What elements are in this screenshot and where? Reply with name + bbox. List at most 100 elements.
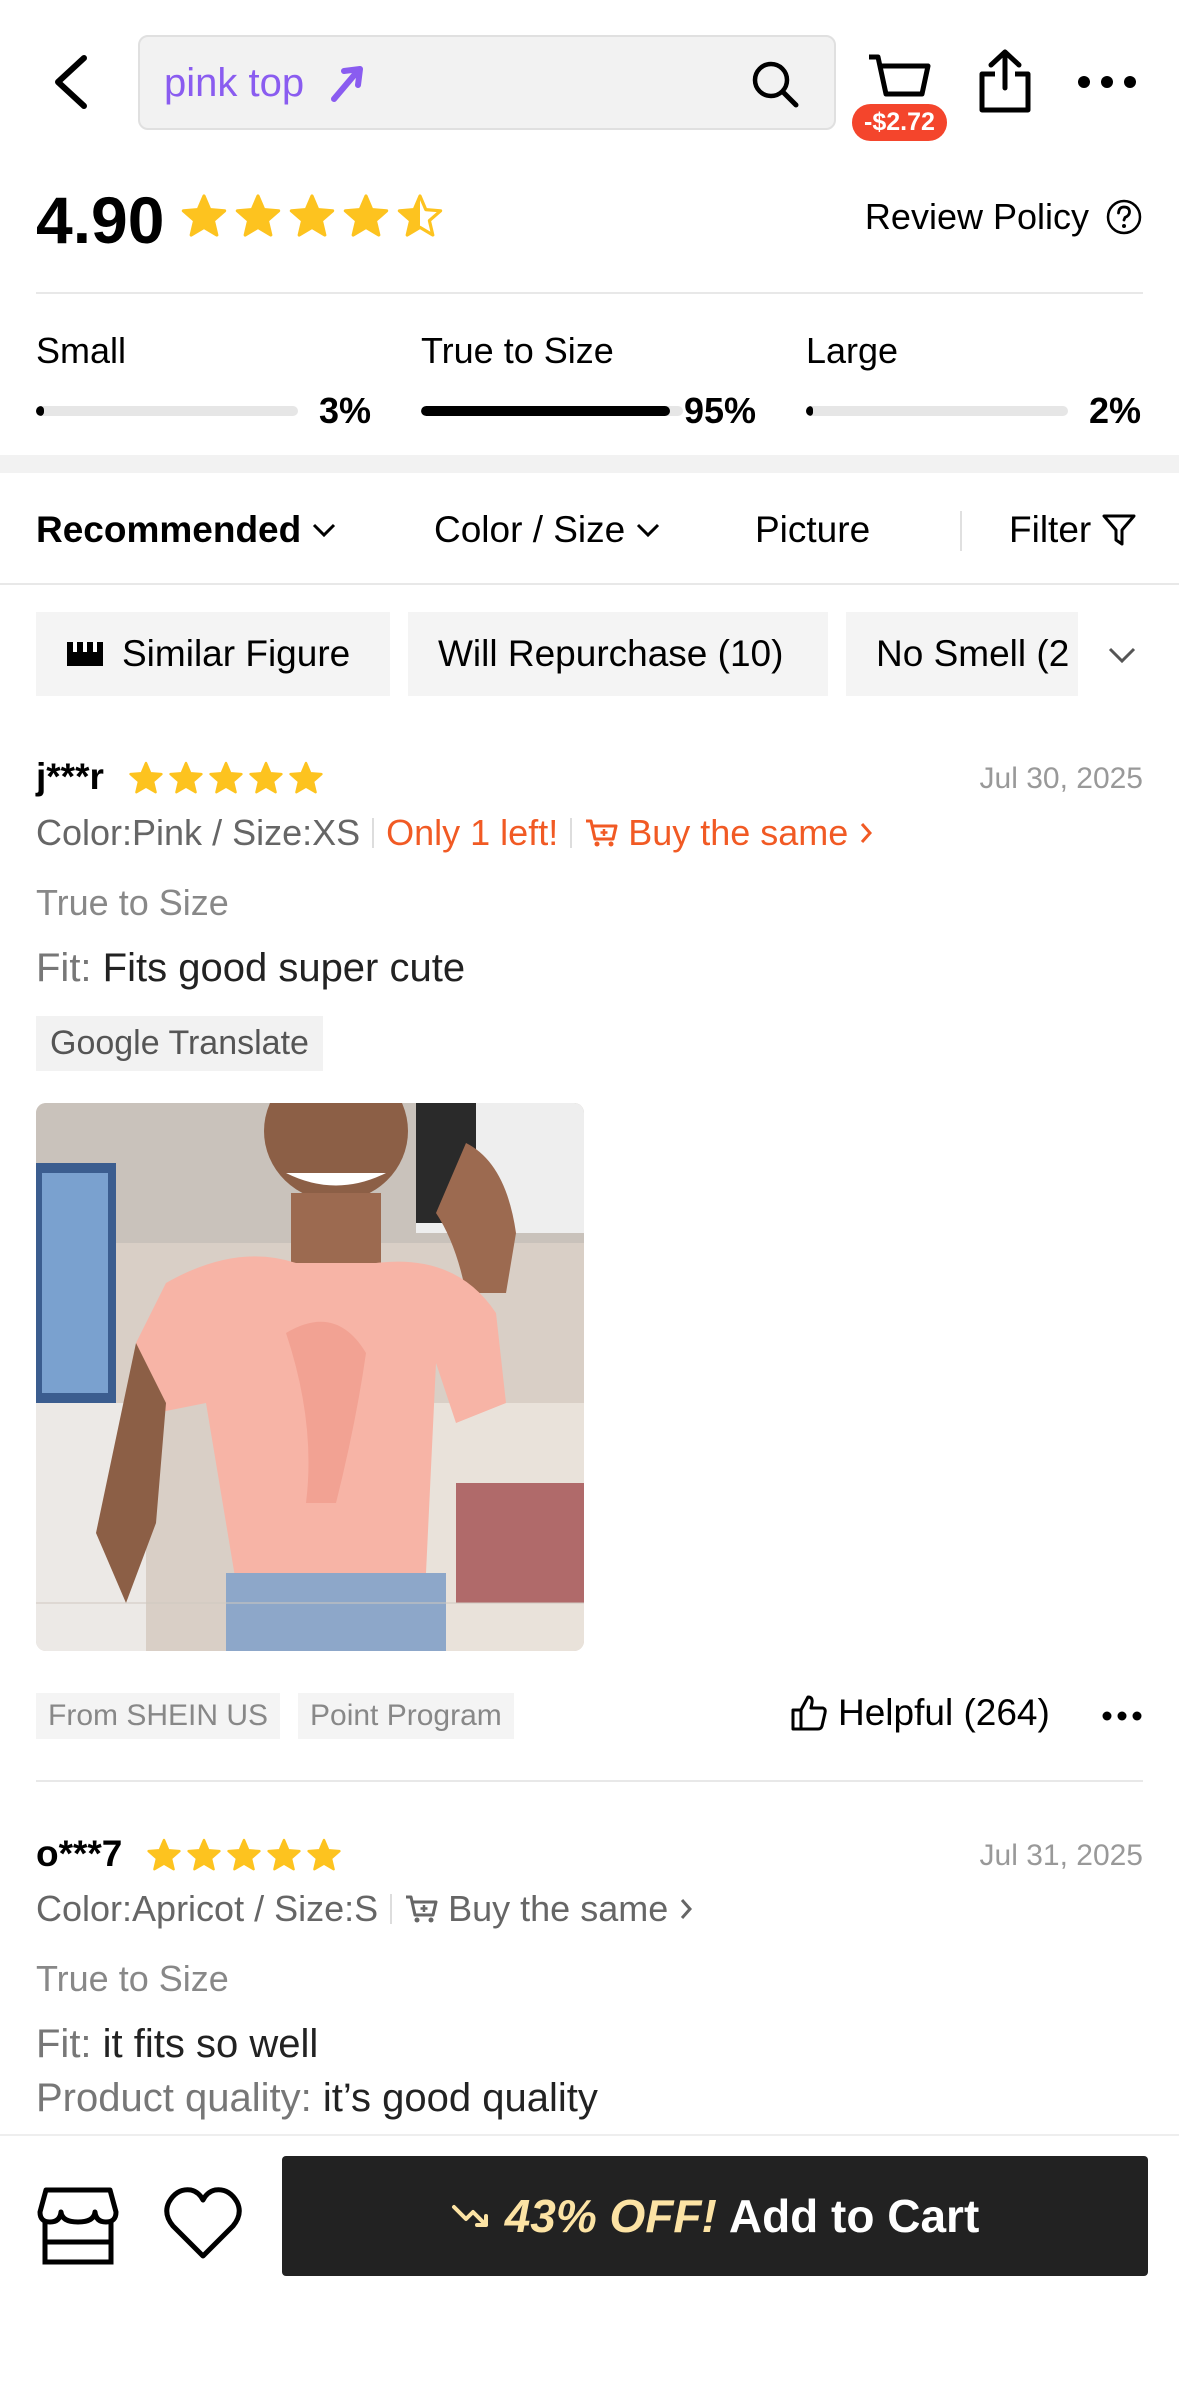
buy-the-same-label: Buy the same bbox=[448, 1888, 669, 1929]
fit-percent: 95% bbox=[683, 390, 756, 431]
review-body: Fit: Fits good super cute bbox=[36, 946, 465, 991]
star-icon bbox=[181, 194, 227, 237]
sort-recommended[interactable]: Recommended bbox=[36, 509, 337, 551]
back-icon[interactable] bbox=[50, 52, 94, 112]
helpful-button[interactable]: Helpful (264) bbox=[790, 1692, 1050, 1734]
stock-alert: Only 1 left! bbox=[386, 812, 559, 853]
heart-icon[interactable] bbox=[163, 2186, 243, 2262]
chip-label: Similar Figure bbox=[122, 633, 351, 674]
star-icon bbox=[343, 194, 389, 237]
star-icon bbox=[307, 1838, 341, 1871]
cart-add-icon bbox=[586, 819, 618, 847]
review-date: Jul 31, 2025 bbox=[979, 1839, 1143, 1872]
help-icon bbox=[1106, 199, 1142, 235]
trend-down-icon bbox=[451, 2205, 488, 2227]
filter-label: Filter bbox=[1009, 509, 1092, 550]
review-variant: Color:Apricot / Size:S bbox=[36, 1888, 379, 1929]
fit-label: Large bbox=[806, 330, 899, 371]
filter-icon bbox=[1102, 514, 1136, 546]
filter-button[interactable]: Filter bbox=[1009, 509, 1137, 551]
star-icon bbox=[289, 761, 323, 794]
star-icon bbox=[129, 761, 163, 794]
chevron-down-icon bbox=[1108, 647, 1136, 664]
review-fit-text: Fits good super cute bbox=[102, 946, 466, 990]
review-quality-text: it’s good quality bbox=[322, 2076, 598, 2120]
review-fit: True to Size bbox=[36, 1958, 229, 1999]
fit-bar bbox=[36, 406, 298, 416]
sort-bar: Recommended Color / Size Picture Filter bbox=[0, 473, 1179, 585]
trending-arrow-icon bbox=[331, 66, 363, 102]
discount-label: 43% OFF! bbox=[504, 2190, 717, 2242]
top-bar: pink top -$2.72 bbox=[0, 0, 1179, 160]
more-icon[interactable] bbox=[1076, 72, 1138, 92]
divider bbox=[960, 511, 962, 551]
review-photo[interactable] bbox=[36, 1103, 584, 1651]
search-query: pink top bbox=[164, 61, 305, 105]
add-to-cart-label: Add to Cart bbox=[728, 2190, 980, 2242]
ruler-icon bbox=[67, 642, 103, 666]
cart-add-icon bbox=[406, 1895, 438, 1923]
chevron-right-icon bbox=[681, 1899, 693, 1919]
thumbs-up-icon bbox=[791, 1695, 827, 1731]
review-tag-points: Point Program bbox=[298, 1693, 514, 1739]
review-tag-source: From SHEIN US bbox=[36, 1693, 281, 1739]
review-fit: True to Size bbox=[36, 882, 229, 923]
review-quality-key: Product quality: bbox=[36, 2076, 312, 2120]
divider bbox=[36, 292, 1143, 294]
bottom-bar: 43% OFF! Add to Cart bbox=[0, 2134, 1179, 2396]
review-policy-link[interactable]: Review Policy bbox=[865, 196, 1143, 238]
cart-icon[interactable] bbox=[866, 52, 932, 112]
chevron-down-icon bbox=[637, 523, 660, 538]
chip-no-smell[interactable]: No Smell (2 bbox=[846, 612, 1078, 696]
sort-picture-label: Picture bbox=[755, 509, 871, 550]
review-stars bbox=[146, 1837, 342, 1873]
review-variant: Color:Pink / Size:XS bbox=[36, 812, 361, 853]
star-icon bbox=[187, 1838, 221, 1871]
chip-similar-figure[interactable]: Similar Figure bbox=[36, 612, 390, 696]
star-icon bbox=[249, 761, 283, 794]
sort-picture[interactable]: Picture bbox=[755, 509, 870, 551]
buy-the-same-link[interactable]: Buy the same bbox=[584, 812, 874, 854]
rating-stars bbox=[180, 192, 444, 240]
review-body-fit: Fit: it fits so well bbox=[36, 2022, 318, 2067]
rating-score: 4.90 bbox=[36, 183, 165, 257]
sort-color-size[interactable]: Color / Size bbox=[434, 509, 661, 551]
star-icon bbox=[227, 1838, 261, 1871]
fit-label: True to Size bbox=[421, 330, 614, 371]
chip-label: No Smell (2 bbox=[876, 633, 1070, 674]
fit-percent: 2% bbox=[1088, 390, 1141, 431]
reviewer-name: o***7 bbox=[36, 1833, 123, 1874]
store-icon[interactable] bbox=[36, 2186, 120, 2266]
search-input[interactable]: pink top bbox=[138, 35, 836, 130]
sort-color-size-label: Color / Size bbox=[434, 509, 626, 550]
fit-label: Small bbox=[36, 330, 127, 371]
google-translate-button[interactable]: Google Translate bbox=[36, 1016, 323, 1071]
star-icon bbox=[235, 194, 281, 237]
review-variant-row: Color:Pink / Size:XS Only 1 left! Buy th… bbox=[36, 812, 874, 854]
share-icon[interactable] bbox=[978, 48, 1032, 114]
review-date: Jul 30, 2025 bbox=[979, 762, 1143, 795]
fit-true-to-size: True to Size 95% bbox=[421, 330, 756, 432]
chevron-right-icon bbox=[861, 823, 873, 843]
review-body-quality: Product quality: it’s good quality bbox=[36, 2076, 598, 2121]
chip-will-repurchase[interactable]: Will Repurchase (10) bbox=[408, 612, 828, 696]
buy-the-same-label: Buy the same bbox=[628, 812, 849, 853]
reviewer-name: j***r bbox=[36, 756, 104, 797]
chevron-down-icon bbox=[313, 523, 336, 538]
fit-small: Small 3% bbox=[36, 330, 371, 432]
buy-the-same-link[interactable]: Buy the same bbox=[404, 1888, 694, 1930]
more-icon[interactable] bbox=[1102, 1710, 1142, 1722]
review-variant-row: Color:Apricot / Size:S Buy the same bbox=[36, 1888, 694, 1930]
review-fit-key: Fit: bbox=[36, 2022, 92, 2066]
star-icon bbox=[147, 1838, 181, 1871]
star-icon bbox=[209, 761, 243, 794]
review-fit-text: it fits so well bbox=[102, 2022, 319, 2066]
chip-label: Will Repurchase (10) bbox=[438, 633, 784, 674]
add-to-cart-button[interactable]: 43% OFF! Add to Cart bbox=[282, 2156, 1148, 2276]
helpful-label: Helpful (264) bbox=[838, 1692, 1050, 1733]
fit-bar bbox=[421, 406, 683, 416]
search-icon[interactable] bbox=[750, 59, 800, 109]
star-icon bbox=[397, 194, 443, 237]
star-icon bbox=[267, 1838, 301, 1871]
chips-expand-button[interactable] bbox=[1080, 625, 1160, 685]
